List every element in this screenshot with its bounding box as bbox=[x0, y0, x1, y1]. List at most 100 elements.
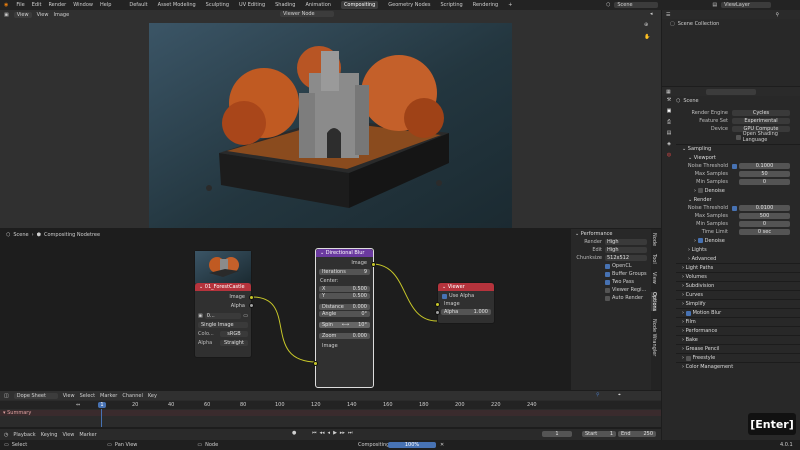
blender-logo-icon[interactable]: ◉ bbox=[4, 2, 8, 8]
curves-section[interactable]: › Curves bbox=[676, 290, 800, 299]
feature-set-select[interactable]: Experimental bbox=[732, 118, 790, 124]
color-space-select[interactable]: sRGB bbox=[220, 331, 248, 337]
edit-quality-select[interactable]: High bbox=[605, 247, 647, 253]
menu-edit[interactable]: Edit bbox=[32, 2, 42, 8]
viewer-alpha-socket[interactable] bbox=[435, 310, 440, 315]
play-icon[interactable]: ▶ bbox=[333, 430, 337, 436]
angle-field[interactable]: Angle 0° bbox=[319, 311, 370, 317]
render-tab-icon[interactable]: ▣ bbox=[667, 108, 672, 114]
menu-marker[interactable]: Marker bbox=[100, 393, 117, 399]
menu-render[interactable]: Render bbox=[48, 2, 66, 8]
image-browse-icon[interactable]: ▣ bbox=[198, 313, 203, 319]
noise-threshold-checkbox[interactable] bbox=[732, 163, 737, 169]
viewport-denoise-subsection[interactable]: › Denoise bbox=[676, 186, 800, 195]
volumes-section[interactable]: › Volumes bbox=[676, 272, 800, 281]
properties-search[interactable] bbox=[705, 88, 756, 95]
menu-playback[interactable]: Playback bbox=[13, 432, 35, 438]
view-layer-icon[interactable]: ▤ bbox=[712, 2, 717, 8]
jump-end-icon[interactable]: ⏭ bbox=[348, 430, 353, 436]
tab-default[interactable]: Default bbox=[129, 2, 147, 8]
viewport-denoise-checkbox[interactable] bbox=[697, 188, 703, 193]
prev-key-icon[interactable]: ◂◂ bbox=[320, 430, 325, 436]
lights-subsection[interactable]: › Lights bbox=[676, 245, 800, 254]
keyframe-nav-icon[interactable]: ⇔ bbox=[76, 402, 80, 408]
editor-type-icon[interactable]: ▣ bbox=[4, 12, 9, 18]
opencl-row[interactable]: OpenCL bbox=[571, 262, 651, 270]
motion-blur-section[interactable]: › Motion Blur bbox=[676, 308, 800, 317]
filter-icon[interactable]: ⚲ bbox=[775, 12, 779, 18]
buffer-groups-checkbox[interactable] bbox=[605, 271, 610, 277]
sidebar-tab-options[interactable]: Options bbox=[651, 291, 657, 311]
next-key-icon[interactable]: ▸▸ bbox=[340, 430, 345, 436]
snap-icon[interactable]: ⌖ bbox=[618, 392, 621, 398]
blur-node-header[interactable]: ⌄ Directional Blur bbox=[316, 249, 373, 257]
menu-marker[interactable]: Marker bbox=[79, 432, 96, 438]
dope-sheet-type-icon[interactable]: ◫ bbox=[4, 393, 9, 399]
dope-sheet-mode-select[interactable]: Dope Sheet bbox=[13, 392, 58, 399]
toggle-sidebar-icon[interactable]: ◂ bbox=[650, 11, 653, 17]
tab-sculpting[interactable]: Sculpting bbox=[206, 2, 229, 8]
two-pass-checkbox[interactable] bbox=[605, 279, 610, 285]
world-tab-icon[interactable]: ◍ bbox=[667, 152, 671, 158]
opencl-checkbox[interactable] bbox=[605, 263, 610, 269]
zoom-icon[interactable]: ⊕ bbox=[644, 22, 650, 28]
light-paths-section[interactable]: › Light Paths bbox=[676, 263, 800, 272]
color-management-section[interactable]: › Color Management bbox=[676, 362, 800, 371]
directional-blur-node[interactable]: ⌄ Directional Blur Image Iterations 9 Cen… bbox=[313, 248, 376, 388]
auto-render-row[interactable]: Auto Render bbox=[571, 294, 651, 302]
freestyle-checkbox[interactable] bbox=[685, 355, 691, 361]
menu-view[interactable]: View bbox=[37, 12, 49, 18]
current-frame-marker[interactable]: 1 bbox=[98, 402, 106, 408]
viewport-subsection[interactable]: ⌄ Viewport bbox=[676, 153, 800, 162]
menu-view[interactable]: View bbox=[62, 432, 74, 438]
buffer-groups-row[interactable]: Buffer Groups bbox=[571, 270, 651, 278]
menu-view-btn[interactable]: View bbox=[13, 11, 32, 18]
sidebar-tab-tool[interactable]: Tool bbox=[651, 254, 657, 264]
render-denoise-checkbox[interactable] bbox=[697, 238, 703, 243]
osl-checkbox[interactable] bbox=[736, 134, 741, 140]
tab-animation[interactable]: Animation bbox=[305, 2, 331, 8]
tab-rendering[interactable]: Rendering bbox=[473, 2, 499, 8]
blur-input-socket[interactable] bbox=[313, 361, 318, 366]
subdivision-section[interactable]: › Subdivision bbox=[676, 281, 800, 290]
render-min-field[interactable]: 0 bbox=[739, 221, 790, 227]
scene-tab-icon[interactable]: ◈ bbox=[667, 141, 671, 147]
blur-output-socket[interactable] bbox=[371, 262, 376, 267]
time-limit-field[interactable]: 0 sec bbox=[739, 229, 790, 235]
properties-type-icon[interactable]: ▦ bbox=[666, 89, 671, 95]
viewer-node[interactable]: ⌄ Viewer Use Alpha Image Alpha 1.000 bbox=[435, 282, 495, 324]
tool-tab-icon[interactable]: ⚒ bbox=[667, 97, 671, 103]
menu-file[interactable]: File bbox=[16, 2, 24, 8]
simplify-section[interactable]: › Simplify bbox=[676, 299, 800, 308]
jump-start-icon[interactable]: ⏮ bbox=[312, 430, 317, 436]
menu-key[interactable]: Key bbox=[148, 393, 157, 399]
image-name-field[interactable]: 0... bbox=[204, 313, 242, 319]
cancel-icon[interactable]: ✕ bbox=[440, 442, 444, 448]
render-quality-select[interactable]: High bbox=[605, 239, 647, 245]
tab-asset-modeling[interactable]: Asset Modeling bbox=[158, 2, 196, 8]
tab-scripting[interactable]: Scripting bbox=[440, 2, 462, 8]
sidebar-tab-node-wrangler[interactable]: Node Wrangler bbox=[651, 319, 657, 356]
image-node[interactable]: ⌄ 01_ForestCastle Image Alpha ▣ 0... ▭ S… bbox=[194, 250, 254, 358]
render-max-field[interactable]: 500 bbox=[739, 213, 790, 219]
alpha-output-socket[interactable] bbox=[249, 303, 254, 308]
motion-blur-checkbox[interactable] bbox=[685, 310, 691, 316]
two-pass-row[interactable]: Two Pass bbox=[571, 278, 651, 286]
output-tab-icon[interactable]: ⎙ bbox=[667, 119, 671, 125]
tab-compositing[interactable]: Compositing bbox=[340, 1, 379, 9]
image-node-header[interactable]: ⌄ 01_ForestCastle bbox=[195, 283, 251, 291]
pan-hand-icon[interactable]: ✋ bbox=[644, 34, 650, 40]
viewer-node-header[interactable]: ⌄ Viewer bbox=[438, 283, 494, 291]
viewer-node-selector[interactable]: Viewer Node bbox=[280, 11, 334, 17]
record-icon[interactable]: ● bbox=[292, 430, 296, 436]
render-noise-field[interactable]: 0.0100 bbox=[739, 205, 790, 211]
osl-row[interactable]: Open Shading Language bbox=[676, 131, 800, 143]
viewport-max-field[interactable]: 50 bbox=[739, 171, 790, 177]
sampling-section[interactable]: ⌄ Sampling bbox=[676, 144, 800, 153]
freestyle-section[interactable]: › Freestyle bbox=[676, 353, 800, 362]
render-engine-select[interactable]: Cycles bbox=[732, 110, 790, 116]
bake-section[interactable]: › Bake bbox=[676, 335, 800, 344]
distance-field[interactable]: Distance 0.000 bbox=[319, 304, 370, 310]
use-alpha-checkbox[interactable] bbox=[442, 293, 447, 299]
sidebar-tab-node[interactable]: Node bbox=[651, 233, 657, 246]
